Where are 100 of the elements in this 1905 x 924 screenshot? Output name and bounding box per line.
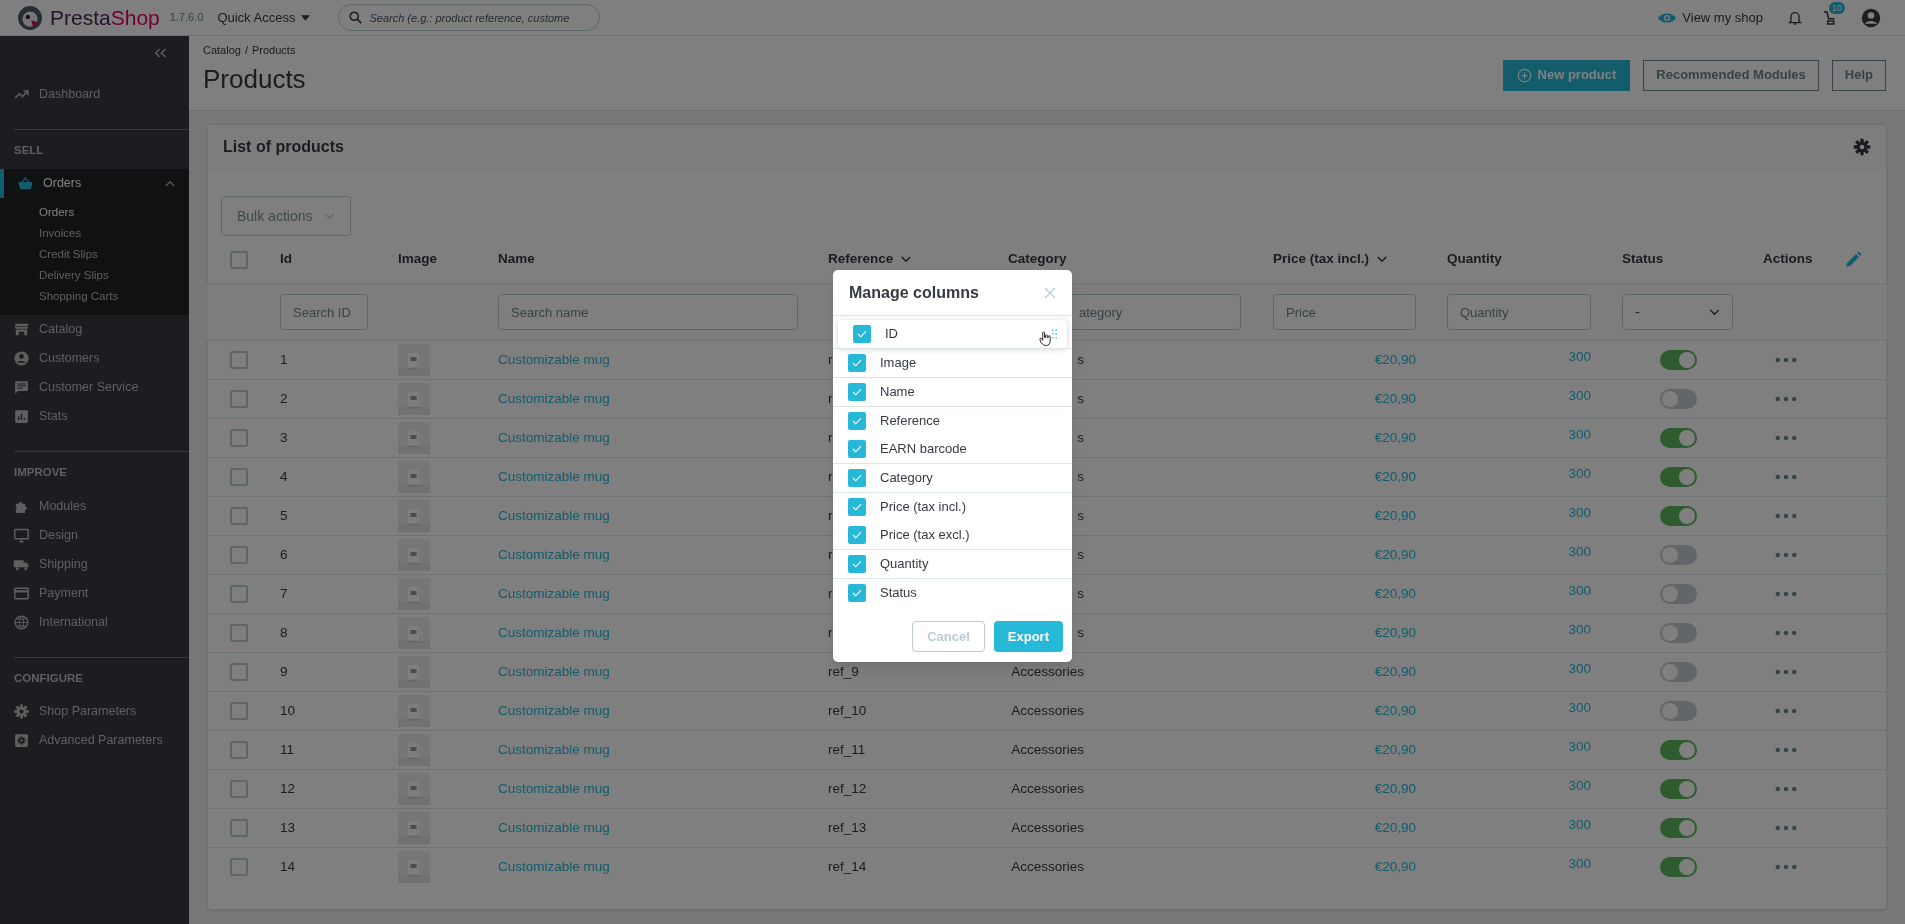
- sidebar-item[interactable]: Catalog: [0, 315, 189, 345]
- checkbox[interactable]: [848, 412, 866, 430]
- product-link[interactable]: Customizable mug: [498, 546, 610, 562]
- header-button[interactable]: Recommended Modules: [1643, 59, 1819, 91]
- checkbox[interactable]: [848, 440, 866, 458]
- status-toggle[interactable]: [1660, 389, 1697, 409]
- status-toggle[interactable]: [1660, 545, 1697, 565]
- checkbox[interactable]: [230, 624, 248, 642]
- filter-field[interactable]: Search ID: [280, 294, 368, 330]
- more-actions-button[interactable]: [1775, 513, 1797, 519]
- column-option[interactable]: Price (tax excl.): [833, 521, 1072, 549]
- product-link[interactable]: Customizable mug: [498, 390, 610, 406]
- product-link[interactable]: Customizable mug: [498, 507, 610, 523]
- sidebar-item[interactable]: Payment: [0, 578, 189, 608]
- checkbox[interactable]: [230, 585, 248, 603]
- sidebar-item[interactable]: Customer Service: [0, 373, 189, 403]
- column-option[interactable]: Price (tax incl.): [833, 493, 1072, 521]
- product-link[interactable]: Customizable mug: [498, 351, 610, 367]
- export-button[interactable]: Export: [993, 621, 1063, 652]
- status-toggle[interactable]: [1660, 584, 1697, 604]
- checkbox[interactable]: [853, 325, 871, 343]
- column-option[interactable]: Category: [833, 464, 1072, 492]
- filter-field[interactable]: Quantity: [1447, 294, 1591, 330]
- product-link[interactable]: Customizable mug: [498, 585, 610, 601]
- notifications-button[interactable]: [1787, 9, 1803, 26]
- checkbox[interactable]: [230, 780, 248, 798]
- product-link[interactable]: Customizable mug: [498, 663, 610, 679]
- search-field[interactable]: Search (e.g.: product reference, custome: [338, 4, 601, 31]
- column-option[interactable]: Image: [833, 349, 1072, 377]
- status-toggle[interactable]: [1660, 779, 1697, 799]
- checkbox[interactable]: [848, 383, 866, 401]
- submenu-item[interactable]: Credit Slips: [0, 244, 189, 266]
- account-button[interactable]: [1861, 7, 1881, 28]
- submenu-item[interactable]: Invoices: [0, 223, 189, 245]
- more-actions-button[interactable]: [1775, 435, 1797, 441]
- product-link[interactable]: Customizable mug: [498, 780, 610, 796]
- checkbox[interactable]: [230, 702, 248, 720]
- status-toggle[interactable]: [1660, 506, 1697, 526]
- status-toggle[interactable]: [1660, 818, 1697, 838]
- column-header[interactable]: Reference: [828, 249, 912, 270]
- checkbox[interactable]: [230, 351, 248, 369]
- column-header[interactable]: Name: [498, 249, 535, 270]
- checkbox[interactable]: [848, 584, 866, 602]
- product-link[interactable]: Customizable mug: [498, 819, 610, 835]
- status-toggle[interactable]: [1660, 740, 1697, 760]
- checkbox[interactable]: [848, 526, 866, 544]
- submenu-item[interactable]: Orders: [0, 202, 189, 224]
- status-select[interactable]: -: [1622, 294, 1733, 330]
- more-actions-button[interactable]: [1775, 864, 1797, 870]
- more-actions-button[interactable]: [1775, 825, 1797, 831]
- checkbox[interactable]: [230, 663, 248, 681]
- column-option[interactable]: Name: [833, 378, 1072, 406]
- checkbox[interactable]: [230, 546, 248, 564]
- sidebar-item[interactable]: Design: [0, 520, 189, 550]
- more-actions-button[interactable]: [1775, 357, 1797, 363]
- checkbox[interactable]: [848, 469, 866, 487]
- product-link[interactable]: Customizable mug: [498, 741, 610, 757]
- column-header[interactable]: Category: [1008, 249, 1067, 270]
- column-header[interactable]: Price (tax incl.): [1273, 249, 1388, 270]
- column-option[interactable]: Reference: [833, 407, 1072, 435]
- sidebar-item[interactable]: Dashboard: [0, 80, 189, 109]
- status-toggle[interactable]: [1660, 467, 1697, 487]
- logo-text[interactable]: PrestaShop: [50, 7, 160, 28]
- header-button[interactable]: Help: [1831, 59, 1886, 91]
- checkbox[interactable]: [230, 507, 248, 525]
- product-link[interactable]: Customizable mug: [498, 858, 610, 874]
- submenu-item[interactable]: Shopping Carts: [0, 286, 189, 308]
- more-actions-button[interactable]: [1775, 552, 1797, 558]
- checkbox[interactable]: [848, 555, 866, 573]
- quick-access-menu[interactable]: Quick Access: [217, 7, 311, 28]
- checkbox[interactable]: [230, 390, 248, 408]
- product-link[interactable]: Customizable mug: [498, 468, 610, 484]
- checkbox[interactable]: [230, 250, 248, 269]
- product-link[interactable]: Customizable mug: [498, 624, 610, 640]
- sidebar-item[interactable]: Modules: [0, 491, 189, 521]
- column-header[interactable]: Actions: [1763, 249, 1813, 270]
- status-toggle[interactable]: [1660, 428, 1697, 448]
- more-actions-button[interactable]: [1775, 786, 1797, 792]
- status-toggle[interactable]: [1660, 701, 1697, 721]
- more-actions-button[interactable]: [1775, 669, 1797, 675]
- column-header[interactable]: Quantity: [1447, 249, 1502, 270]
- status-toggle[interactable]: [1660, 857, 1697, 877]
- status-toggle[interactable]: [1660, 350, 1697, 370]
- checkbox[interactable]: [230, 429, 248, 447]
- status-toggle[interactable]: [1660, 623, 1697, 643]
- sidebar-item[interactable]: Customers: [0, 344, 189, 374]
- product-link[interactable]: Customizable mug: [498, 702, 610, 718]
- column-option[interactable]: EARN barcode: [833, 435, 1072, 463]
- checkbox[interactable]: [230, 741, 248, 759]
- more-actions-button[interactable]: [1775, 630, 1797, 636]
- sidebar-item[interactable]: Advanced Parameters: [0, 725, 189, 755]
- settings-button[interactable]: [1853, 138, 1871, 156]
- more-actions-button[interactable]: [1775, 474, 1797, 480]
- checkbox[interactable]: [848, 354, 866, 372]
- checkbox[interactable]: [230, 819, 248, 837]
- checkbox[interactable]: [230, 468, 248, 486]
- column-option[interactable]: Status: [833, 579, 1072, 607]
- column-header[interactable]: Status: [1622, 249, 1664, 270]
- column-header[interactable]: Image: [398, 249, 438, 270]
- sidebar-item[interactable]: International: [0, 607, 189, 637]
